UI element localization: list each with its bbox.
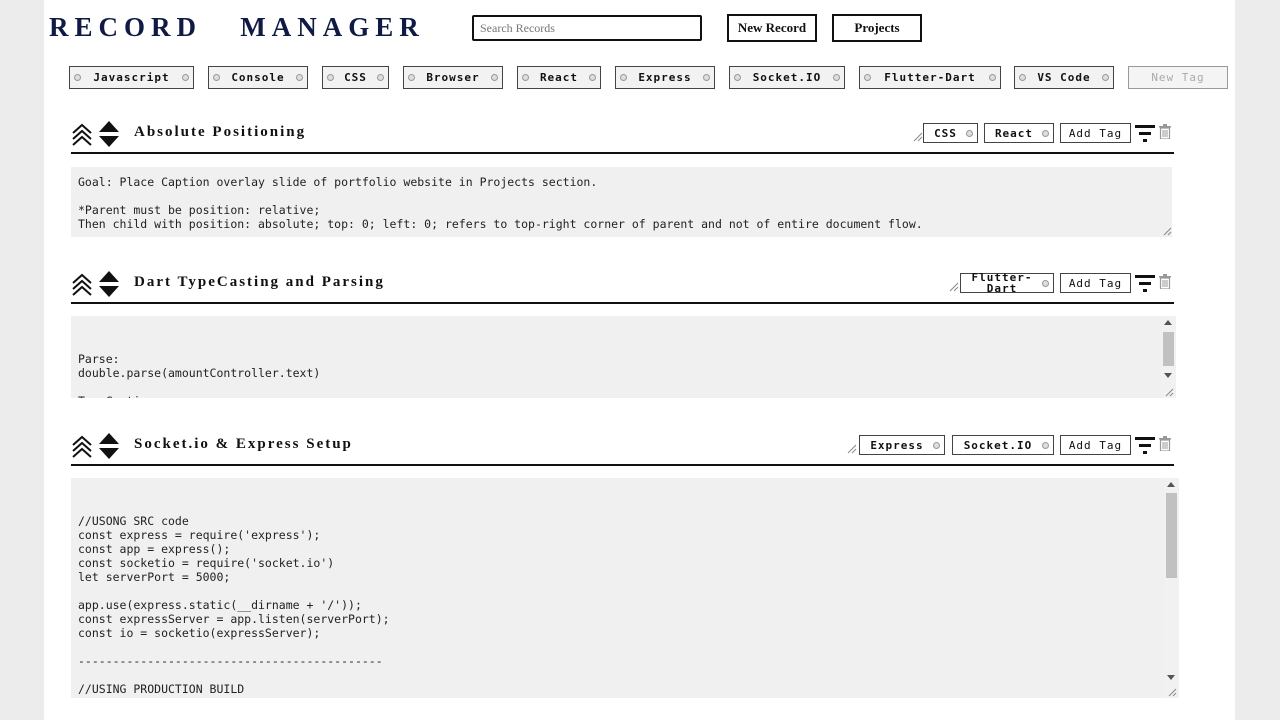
reorder-arrows-icon[interactable] — [99, 432, 119, 460]
add-tag-button[interactable]: Add Tag — [1060, 273, 1131, 293]
scroll-down-icon[interactable] — [1167, 675, 1175, 680]
scroll-up-icon[interactable] — [1164, 320, 1172, 325]
tag-dot-icon — [74, 74, 81, 81]
tag-dot-icon — [933, 441, 940, 449]
tag-filter-express[interactable]: Express — [615, 66, 715, 89]
trash-icon[interactable] — [1159, 436, 1171, 451]
tag-dot-icon — [703, 74, 710, 81]
record-title: Socket.io & Express Setup — [134, 436, 353, 452]
reorder-arrows-icon[interactable] — [99, 270, 119, 298]
record-title: Absolute Positioning — [134, 124, 307, 140]
textarea-scrollbar[interactable] — [1164, 478, 1179, 698]
record-manager-page: RECORD MANAGER New Record Projects Javas… — [44, 0, 1235, 720]
record-body-text: Parse: double.parse(amountController.tex… — [78, 352, 321, 398]
record-body-text: //USONG SRC code const express = require… — [78, 514, 390, 698]
record-header: Dart TypeCasting and Parsing Flutter-Dar… — [71, 268, 1174, 304]
tag-filter-javascript[interactable]: Javascript — [69, 66, 194, 89]
record-body-textarea[interactable]: Goal: Place Caption overlay slide of por… — [71, 167, 1172, 237]
tag-dot-icon — [213, 74, 220, 81]
collapse-chevrons-icon[interactable] — [71, 434, 93, 458]
record-card: Absolute Positioning CSS React Add Tag G… — [71, 118, 1181, 238]
tag-dot-icon — [620, 74, 627, 81]
record-card: Dart TypeCasting and Parsing Flutter-Dar… — [71, 268, 1181, 400]
tag-dot-icon — [182, 74, 189, 81]
resize-grip-icon — [847, 444, 857, 454]
textarea-resize-grip-icon[interactable] — [1165, 388, 1174, 397]
tag-dot-icon — [734, 74, 741, 81]
search-input[interactable] — [472, 15, 702, 41]
record-body-textarea[interactable]: Parse: double.parse(amountController.tex… — [71, 316, 1176, 398]
textarea-resize-grip-icon[interactable] — [1168, 688, 1177, 697]
record-tag-express[interactable]: Express — [859, 435, 945, 455]
record-tag-react[interactable]: React — [984, 123, 1054, 143]
tag-dot-icon — [491, 74, 498, 81]
tag-dot-icon — [589, 74, 596, 81]
tag-dot-icon — [1042, 129, 1049, 137]
record-tag-flutter-dart[interactable]: Flutter-Dart — [960, 272, 1054, 294]
record-tag-css[interactable]: CSS — [923, 123, 978, 143]
tag-filter-react[interactable]: React — [517, 66, 601, 89]
record-header: Absolute Positioning CSS React Add Tag — [71, 118, 1174, 154]
tag-filter-socketio[interactable]: Socket.IO — [729, 66, 845, 89]
tag-dot-icon — [1042, 279, 1049, 287]
collapse-chevrons-icon[interactable] — [71, 122, 93, 146]
filter-icon[interactable] — [1135, 273, 1155, 295]
trash-icon[interactable] — [1159, 274, 1171, 289]
reorder-arrows-icon[interactable] — [99, 120, 119, 148]
tag-dot-icon — [408, 74, 415, 81]
filter-icon[interactable] — [1135, 123, 1155, 145]
tag-filter-console[interactable]: Console — [208, 66, 308, 89]
collapse-chevrons-icon[interactable] — [71, 272, 93, 296]
tag-dot-icon — [1102, 74, 1109, 81]
tag-dot-icon — [522, 74, 529, 81]
tag-filter-flutter-dart[interactable]: Flutter-Dart — [859, 66, 1001, 89]
filter-icon[interactable] — [1135, 435, 1155, 457]
tag-filter-css[interactable]: CSS — [322, 66, 389, 89]
new-record-button[interactable]: New Record — [727, 14, 817, 42]
add-tag-button[interactable]: Add Tag — [1060, 435, 1131, 455]
trash-icon[interactable] — [1159, 124, 1171, 139]
resize-grip-icon — [949, 282, 959, 292]
add-tag-button[interactable]: Add Tag — [1060, 123, 1131, 143]
tag-dot-icon — [1042, 441, 1049, 449]
record-title: Dart TypeCasting and Parsing — [134, 274, 385, 290]
tag-dot-icon — [864, 74, 871, 81]
resize-grip-icon — [913, 132, 923, 142]
scroll-down-icon[interactable] — [1164, 373, 1172, 378]
tag-dot-icon — [989, 74, 996, 81]
record-card: Socket.io & Express Setup Express Socket… — [71, 430, 1181, 700]
tag-dot-icon — [1019, 74, 1026, 81]
app-title: RECORD MANAGER — [49, 12, 425, 42]
tag-dot-icon — [296, 74, 303, 81]
textarea-scrollbar[interactable] — [1161, 316, 1176, 398]
projects-button[interactable]: Projects — [832, 14, 922, 42]
textarea-resize-grip-icon[interactable] — [1163, 227, 1172, 236]
tag-dot-icon — [377, 74, 384, 81]
scrollbar-thumb[interactable] — [1163, 332, 1174, 366]
tag-dot-icon — [966, 129, 973, 137]
record-header: Socket.io & Express Setup Express Socket… — [71, 430, 1174, 466]
new-tag-button[interactable]: New Tag — [1128, 66, 1228, 89]
tag-dot-icon — [327, 74, 334, 81]
tag-dot-icon — [833, 74, 840, 81]
scroll-up-icon[interactable] — [1167, 482, 1175, 487]
tag-filter-browser[interactable]: Browser — [403, 66, 503, 89]
tag-filter-vscode[interactable]: VS Code — [1014, 66, 1114, 89]
scrollbar-thumb[interactable] — [1166, 493, 1177, 578]
record-tag-socketio[interactable]: Socket.IO — [952, 435, 1054, 455]
record-body-textarea[interactable]: //USONG SRC code const express = require… — [71, 478, 1179, 698]
